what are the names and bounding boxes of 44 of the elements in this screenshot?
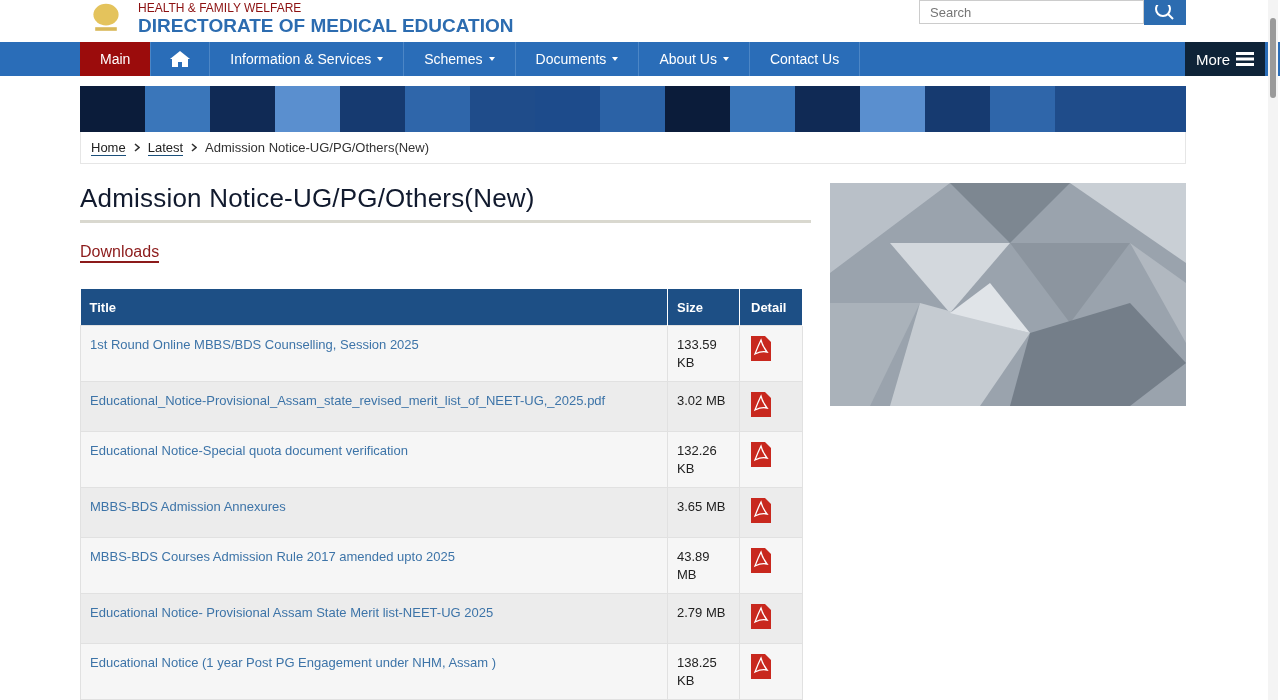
pdf-icon[interactable] <box>751 392 771 417</box>
file-size: 2.79 MB <box>677 605 726 620</box>
pdf-icon[interactable] <box>751 336 771 361</box>
nav-tab[interactable]: Documents <box>515 42 640 76</box>
downloads-link[interactable]: Downloads <box>80 243 160 263</box>
nav-tab[interactable]: Main <box>80 42 152 76</box>
document-link[interactable]: 1st Round Online MBBS/BDS Counselling, Session 2025 <box>90 337 419 352</box>
file-size: 138.25 KB <box>677 655 717 688</box>
column-header: Title <box>80 289 668 326</box>
column-header: Size <box>667 289 740 326</box>
nav-tab[interactable]: Schemes <box>404 42 516 76</box>
more-button[interactable]: More <box>1185 42 1265 76</box>
pdf-icon[interactable] <box>751 498 771 523</box>
nav-tab[interactable]: About Us <box>639 42 750 76</box>
nav-tab[interactable]: Contact Us <box>749 42 861 76</box>
file-size: 43.89 MB <box>677 549 710 582</box>
file-size: 133.59 KB <box>677 337 717 370</box>
chevron-icon <box>191 143 198 152</box>
document-link[interactable]: MBBS-BDS Admission Annexures <box>90 499 286 514</box>
file-size: 132.26 KB <box>677 443 717 476</box>
document-link[interactable]: Educational Notice-Special quota document verification <box>90 443 408 458</box>
pdf-icon[interactable] <box>751 604 771 629</box>
column-header: Detail <box>739 289 803 326</box>
menu-icon <box>1236 52 1255 66</box>
pdf-icon[interactable] <box>751 548 771 573</box>
search-button[interactable] <box>1144 0 1186 25</box>
document-link[interactable]: MBBS-BDS Courses Admission Rule 2017 amended upto 2025 <box>90 549 455 564</box>
scrollbar[interactable] <box>1268 0 1278 700</box>
file-size: 3.65 MB <box>677 499 726 514</box>
page-title: Admission Notice-UG/PG/Others(New) <box>80 183 811 223</box>
search-icon <box>1154 4 1176 21</box>
pdf-icon[interactable] <box>751 654 771 679</box>
breadcrumb-link[interactable]: Home <box>91 139 126 156</box>
search-field[interactable]: Search <box>919 0 1144 24</box>
pdf-icon[interactable] <box>751 442 771 467</box>
breadcrumb-current: Admission Notice-UG/PG/Others(New) <box>205 140 430 155</box>
site-title: DIRECTORATE OF MEDICAL EDUCATION <box>138 15 514 37</box>
document-link[interactable]: Educational Notice (1 year Post PG Engagement under NHM, Assam ) <box>90 655 497 670</box>
breadcrumb-link[interactable]: Latest <box>147 139 184 156</box>
chevron-icon <box>133 143 140 152</box>
home-icon <box>169 50 192 68</box>
nav-tab[interactable]: Information & Services <box>210 42 405 76</box>
ministry-name: HEALTH & FAMILY WELFARE <box>138 1 303 15</box>
file-size: 3.02 MB <box>677 393 726 408</box>
